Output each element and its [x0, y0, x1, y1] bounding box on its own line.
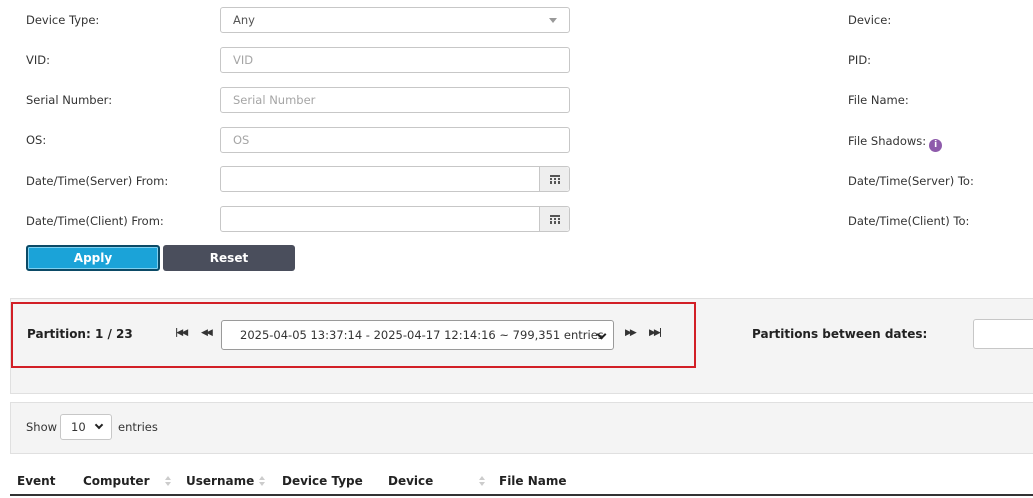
- column-header-file-name[interactable]: File Name: [499, 474, 567, 488]
- device-type-select[interactable]: Any: [220, 7, 570, 33]
- device-type-label: Device Type:: [26, 13, 100, 27]
- vid-placeholder: VID: [233, 53, 254, 67]
- caret-down-icon: [549, 18, 557, 23]
- device-label: Device:: [848, 13, 892, 27]
- sort-icon: [165, 476, 171, 488]
- next-partition-icon[interactable]: ▶▶: [625, 328, 637, 338]
- server-from-input[interactable]: [221, 167, 539, 191]
- os-label: OS:: [26, 133, 47, 147]
- previous-partition-icon[interactable]: ◀◀: [201, 328, 213, 338]
- serial-number-placeholder: Serial Number: [233, 93, 316, 107]
- column-header-event[interactable]: Event: [17, 474, 55, 488]
- vid-input[interactable]: VID: [220, 47, 570, 73]
- sort-icon: [479, 476, 485, 488]
- show-label: Show: [26, 420, 58, 434]
- client-to-label: Date/Time(Client) To:: [848, 214, 970, 228]
- os-input[interactable]: OS: [220, 127, 570, 153]
- column-header-device[interactable]: Device: [388, 474, 433, 488]
- partitions-between-dates-input[interactable]: [973, 319, 1033, 349]
- server-from-date-picker: [220, 166, 570, 192]
- server-to-label: Date/Time(Server) To:: [848, 174, 974, 188]
- os-placeholder: OS: [233, 133, 250, 147]
- info-icon[interactable]: i: [929, 139, 943, 152]
- device-type-value: Any: [233, 13, 255, 27]
- sort-icon: [259, 476, 265, 488]
- partitions-between-dates-label: Partitions between dates:: [752, 327, 928, 341]
- column-header-device-type[interactable]: Device Type: [282, 474, 363, 488]
- calendar-icon: [549, 214, 560, 224]
- vid-label: VID:: [26, 53, 50, 67]
- partition-selected-value: 2025-04-05 13:37:14 - 2025-04-17 12:14:1…: [240, 328, 604, 342]
- partition-select[interactable]: 2025-04-05 13:37:14 - 2025-04-17 12:14:1…: [221, 320, 614, 350]
- file-shadows-label: File Shadows:: [848, 134, 927, 148]
- file-name-label: File Name:: [848, 93, 909, 107]
- partition-label: Partition: 1 / 23: [27, 327, 133, 341]
- column-header-computer[interactable]: Computer: [83, 474, 149, 488]
- column-header-username[interactable]: Username: [186, 474, 254, 488]
- serial-number-label: Serial Number:: [26, 93, 113, 107]
- client-from-input[interactable]: [221, 207, 539, 231]
- reset-button[interactable]: Reset: [163, 245, 295, 271]
- page-size-value: 10: [71, 420, 86, 434]
- server-from-calendar-button[interactable]: [539, 167, 569, 191]
- pid-label: PID:: [848, 53, 872, 67]
- file-shadows-label-group: File Shadows: i: [848, 134, 943, 152]
- page-size-select[interactable]: 10: [60, 414, 112, 440]
- first-partition-icon[interactable]: |◀◀: [175, 328, 188, 338]
- apply-button[interactable]: Apply: [26, 245, 160, 271]
- last-partition-icon[interactable]: ▶▶|: [649, 328, 662, 338]
- calendar-icon: [549, 174, 560, 184]
- show-entries-panel: [10, 402, 1033, 454]
- table-header-divider: [10, 494, 1033, 496]
- entries-label: entries: [118, 420, 158, 434]
- client-from-date-picker: [220, 206, 570, 232]
- server-from-label: Date/Time(Server) From:: [26, 174, 169, 188]
- client-from-label: Date/Time(Client) From:: [26, 214, 164, 228]
- chevron-down-icon: [94, 420, 104, 430]
- client-from-calendar-button[interactable]: [539, 207, 569, 231]
- serial-number-input[interactable]: Serial Number: [220, 87, 570, 113]
